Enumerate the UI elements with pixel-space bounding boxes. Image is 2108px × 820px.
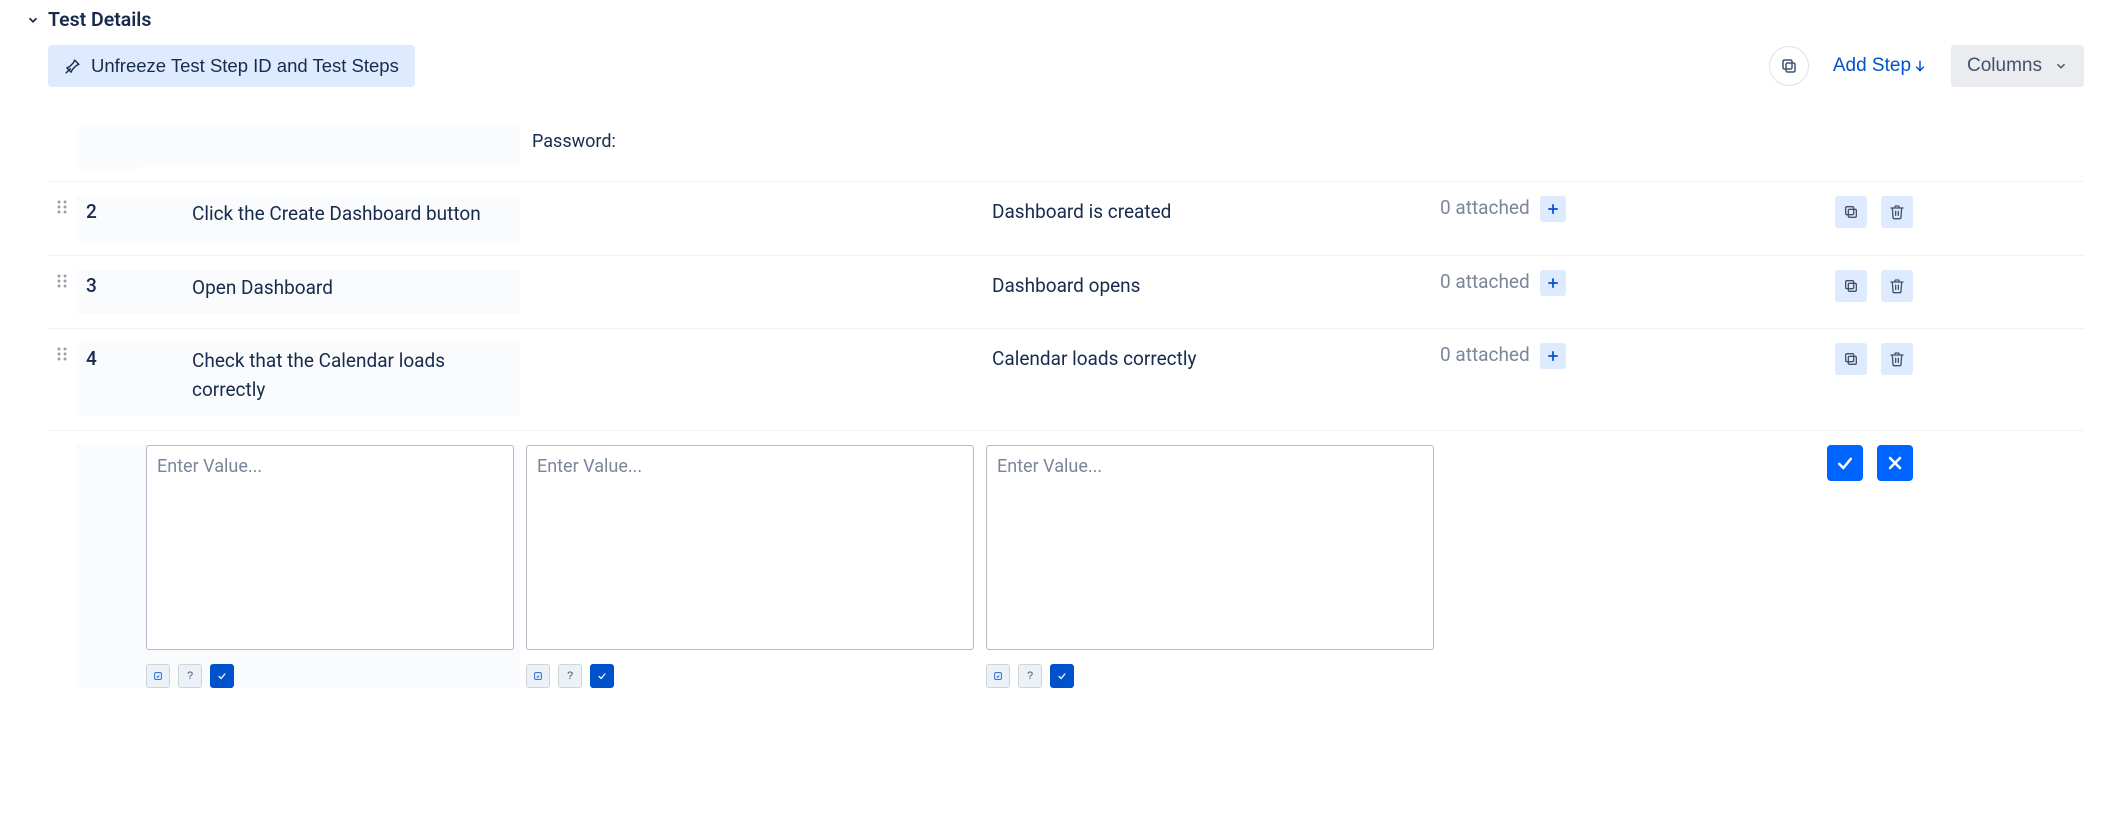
toolbar: Unfreeze Test Step ID and Test Steps Add… xyxy=(48,45,2084,87)
help-icon-button[interactable]: ? xyxy=(558,664,582,688)
help-icon-button[interactable]: ? xyxy=(178,664,202,688)
row-actions xyxy=(1765,270,1935,302)
edit-icon-button[interactable] xyxy=(526,664,550,688)
step-id: 2 xyxy=(76,196,140,241)
confirm-button[interactable] xyxy=(1827,445,1863,481)
delete-step-button[interactable] xyxy=(1881,343,1913,375)
drag-handle[interactable] xyxy=(48,196,76,214)
attached-count: 0 attached xyxy=(1440,343,1530,366)
table-row: 3 Open Dashboard Dashboard opens 0 attac… xyxy=(48,255,2084,329)
section-title: Test Details xyxy=(48,8,151,31)
step-expected[interactable]: Calendar loads correctly xyxy=(980,343,1440,370)
clone-step-button[interactable] xyxy=(1835,196,1867,228)
columns-label: Columns xyxy=(1967,55,2042,77)
columns-button[interactable]: Columns xyxy=(1951,45,2084,87)
step-expected[interactable]: Dashboard is created xyxy=(980,196,1440,223)
add-attachment-button[interactable] xyxy=(1540,196,1566,222)
pin-icon xyxy=(64,58,81,75)
new-step-row: ? ? xyxy=(48,430,2084,698)
toggle-checked-button[interactable] xyxy=(1050,664,1074,688)
header-step-cell xyxy=(140,127,520,167)
clone-step-button[interactable] xyxy=(1835,270,1867,302)
add-step-label: Add Step xyxy=(1833,55,1911,77)
chevron-down-icon[interactable] xyxy=(24,11,42,29)
new-data-input[interactable] xyxy=(526,445,974,650)
toggle-checked-button[interactable] xyxy=(590,664,614,688)
add-attachment-button[interactable] xyxy=(1540,343,1566,369)
attached-count: 0 attached xyxy=(1440,270,1530,293)
toggle-checked-button[interactable] xyxy=(210,664,234,688)
section-header[interactable]: Test Details xyxy=(24,8,2084,31)
add-step-button[interactable]: Add Step xyxy=(1827,54,1933,78)
edit-icon-button[interactable] xyxy=(146,664,170,688)
table-row: 2 Click the Create Dashboard button Dash… xyxy=(48,181,2084,255)
table-row: 4 Check that the Calendar loads correctl… xyxy=(48,328,2084,430)
toolbar-right: Add Step Columns xyxy=(1769,45,2084,87)
step-attachments: 0 attached xyxy=(1440,196,1765,222)
edit-icon-button[interactable] xyxy=(986,664,1010,688)
step-id: 4 xyxy=(76,343,140,416)
unfreeze-label: Unfreeze Test Step ID and Test Steps xyxy=(91,55,399,77)
step-data[interactable] xyxy=(520,343,980,347)
chevron-down-icon xyxy=(2054,59,2068,73)
add-attachment-button[interactable] xyxy=(1540,270,1566,296)
delete-step-button[interactable] xyxy=(1881,270,1913,302)
row-actions xyxy=(1765,343,1935,375)
step-attachments: 0 attached xyxy=(1440,343,1765,369)
step-data[interactable] xyxy=(520,196,980,200)
header-data-cell: Password: xyxy=(520,127,980,152)
copy-icon xyxy=(1780,57,1798,75)
entry-toolbar: ? xyxy=(146,664,514,688)
header-id-cell xyxy=(76,127,140,169)
test-steps-table: Password: 2 Click the Create Dashboard b… xyxy=(48,115,2084,698)
arrow-down-icon xyxy=(1913,59,1927,73)
delete-step-button[interactable] xyxy=(1881,196,1913,228)
step-description[interactable]: Check that the Calendar loads correctly xyxy=(140,343,520,416)
history-button[interactable] xyxy=(1769,46,1809,86)
new-step-input[interactable] xyxy=(146,445,514,650)
step-id: 3 xyxy=(76,270,140,315)
step-description[interactable]: Click the Create Dashboard button xyxy=(140,196,520,241)
row-actions xyxy=(1765,196,1935,228)
entry-toolbar: ? xyxy=(986,664,1434,688)
drag-handle[interactable] xyxy=(48,343,76,361)
clone-step-button[interactable] xyxy=(1835,343,1867,375)
table-header-row: Password: xyxy=(48,115,2084,181)
step-description[interactable]: Open Dashboard xyxy=(140,270,520,315)
new-step-actions xyxy=(1765,445,1935,481)
cancel-button[interactable] xyxy=(1877,445,1913,481)
attached-count: 0 attached xyxy=(1440,196,1530,219)
step-data[interactable] xyxy=(520,270,980,274)
step-attachments: 0 attached xyxy=(1440,270,1765,296)
entry-toolbar: ? xyxy=(526,664,974,688)
new-expected-input[interactable] xyxy=(986,445,1434,650)
help-icon-button[interactable]: ? xyxy=(1018,664,1042,688)
drag-handle[interactable] xyxy=(48,270,76,288)
new-step-id xyxy=(76,445,140,688)
unfreeze-button[interactable]: Unfreeze Test Step ID and Test Steps xyxy=(48,45,415,87)
step-expected[interactable]: Dashboard opens xyxy=(980,270,1440,297)
